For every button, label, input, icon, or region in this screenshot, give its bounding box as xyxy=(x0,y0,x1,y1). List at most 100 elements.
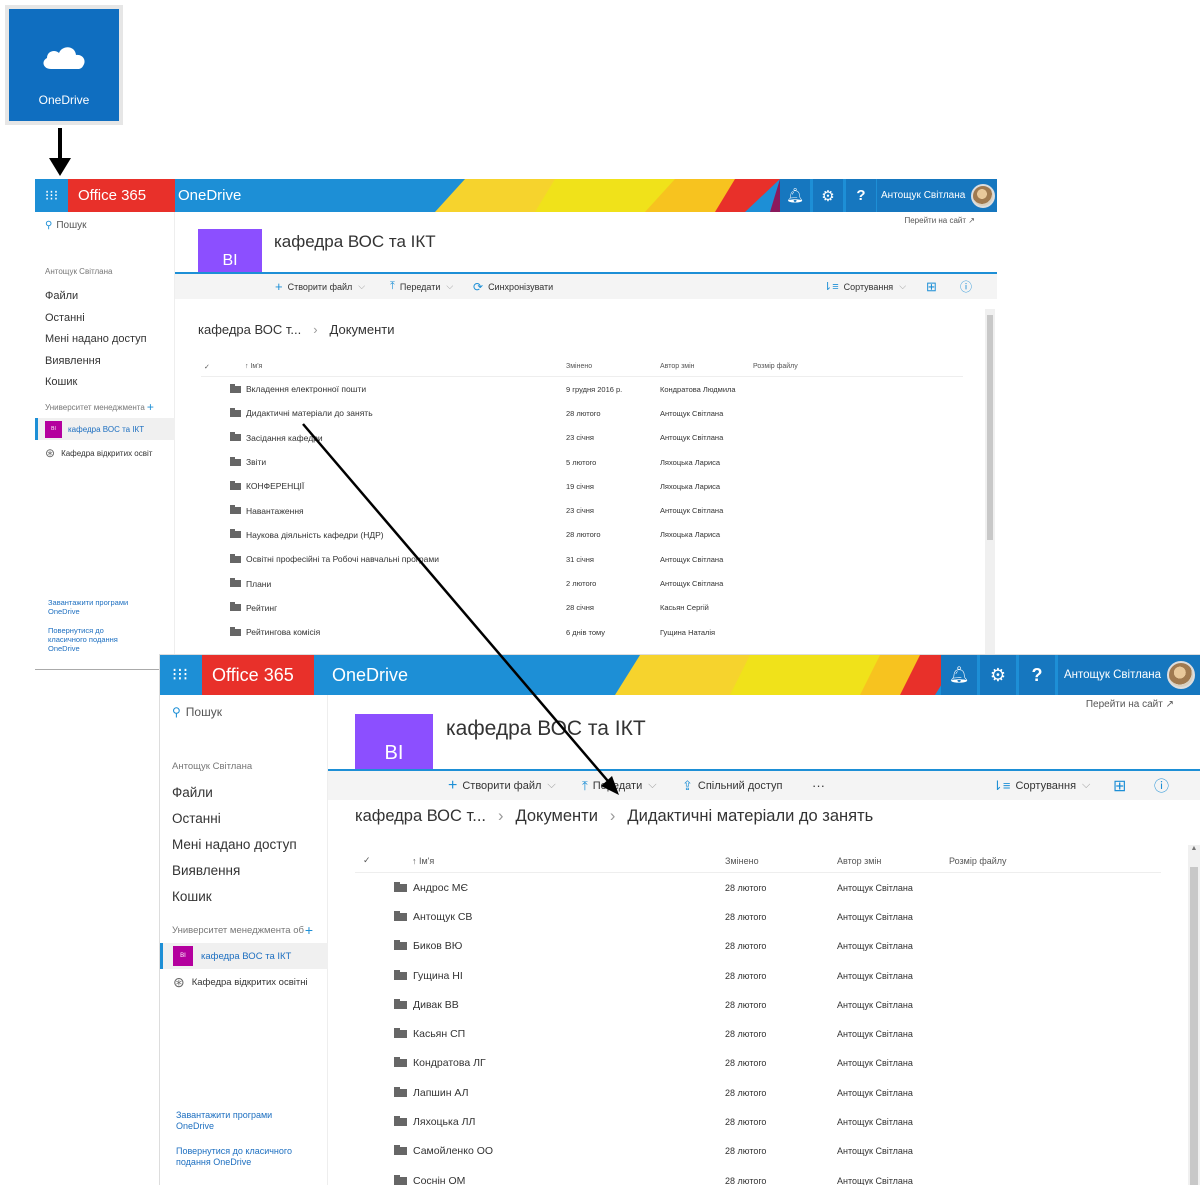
upload-button[interactable]: ⤒ Передати ⌵ xyxy=(390,280,453,293)
file-name[interactable]: Биков ВЮ xyxy=(413,940,462,952)
add-icon[interactable]: + xyxy=(305,922,313,938)
search-box[interactable]: ⚲ Пошук xyxy=(45,220,86,231)
table-row[interactable]: Плани 2 лютого Антощук Світлана xyxy=(201,571,963,595)
file-name[interactable]: Антощук СВ xyxy=(413,911,472,923)
onedrive-tile-face[interactable]: OneDrive xyxy=(9,9,119,121)
select-all-checkbox[interactable]: ✓ xyxy=(363,855,371,866)
help-icon[interactable]: ? xyxy=(1019,655,1055,695)
help-icon[interactable]: ? xyxy=(846,179,876,212)
col-name[interactable]: ↑ Ім'я xyxy=(412,856,434,866)
table-row[interactable]: Андрос МЄ 28 лютого Антощук Світлана xyxy=(355,873,1161,902)
breadcrumb-item[interactable]: Документи xyxy=(516,807,598,826)
search-box[interactable]: ⚲ Пошук xyxy=(172,705,222,719)
nav-item-discover[interactable]: Виявлення xyxy=(172,858,297,884)
col-author[interactable]: Автор змін xyxy=(660,363,695,370)
file-name[interactable]: Звіти xyxy=(246,457,266,467)
office365-brand[interactable]: Office 365 xyxy=(202,655,314,695)
file-name[interactable]: Гущина НІ xyxy=(413,970,463,982)
file-name[interactable]: КОНФЕРЕНЦІЇ xyxy=(246,481,304,491)
file-name[interactable]: Андрос МЄ xyxy=(413,882,468,894)
table-row[interactable]: Касьян СП 28 лютого Антощук Світлана xyxy=(355,1019,1161,1048)
nav-item-recent[interactable]: Останні xyxy=(172,806,297,832)
site-item[interactable]: ⊛ Кафедра відкритих освіт xyxy=(45,444,152,462)
table-row[interactable]: Кондратова ЛГ 28 лютого Антощук Світлана xyxy=(355,1049,1161,1078)
scrollbar[interactable] xyxy=(985,309,995,668)
sync-button[interactable]: ⟳ Синхронізувати xyxy=(473,280,553,294)
scrollbar-thumb[interactable] xyxy=(1190,867,1198,1185)
scrollbar-thumb[interactable] xyxy=(987,315,993,540)
nav-item-discover[interactable]: Виявлення xyxy=(45,351,147,373)
nav-item-files[interactable]: Файли xyxy=(172,780,297,806)
site-item-active[interactable]: ВІ кафедра ВОС та ІКТ xyxy=(35,418,175,440)
nav-item-recycle[interactable]: Кошик xyxy=(45,372,147,394)
file-name[interactable]: Навантаження xyxy=(246,506,304,516)
table-row[interactable]: Ляхоцька ЛЛ 28 лютого Антощук Світлана xyxy=(355,1107,1161,1136)
download-apps-link[interactable]: Завантажити програми OneDrive xyxy=(48,598,158,616)
table-row[interactable]: Самойленко ОО 28 лютого Антощук Світлана xyxy=(355,1137,1161,1166)
table-row[interactable]: Звіти 5 лютого Ляхоцька Лариса xyxy=(201,450,963,474)
scrollbar[interactable]: ▲ xyxy=(1188,845,1200,1185)
file-name[interactable]: Соснін ОМ xyxy=(413,1175,465,1185)
goto-site-link[interactable]: Перейти на сайт ↗ xyxy=(904,216,975,225)
table-row[interactable]: Соснін ОМ 28 лютого Антощук Світлана xyxy=(355,1166,1161,1185)
breadcrumb-item[interactable]: кафедра ВОС т... xyxy=(355,807,486,826)
app-launcher-icon[interactable]: ⁝⁝⁝ xyxy=(160,655,200,695)
classic-view-link[interactable]: Повернутися до класичного подання OneDri… xyxy=(176,1146,311,1168)
table-row[interactable]: Гущина НІ 28 лютого Антощук Світлана xyxy=(355,961,1161,990)
info-button[interactable]: ⓘ xyxy=(1154,775,1174,796)
nav-item-shared[interactable]: Мені надано доступ xyxy=(172,832,297,858)
goto-site-link[interactable]: Перейти на сайт ↗ xyxy=(1086,699,1174,710)
nav-item-files[interactable]: Файли xyxy=(45,286,147,308)
file-name[interactable]: Дидактичні матеріали до занять xyxy=(246,408,373,418)
office365-brand[interactable]: Office 365 xyxy=(68,179,175,212)
table-row[interactable]: Рейтинг 28 січня Касьян Сергій xyxy=(201,596,963,620)
col-size[interactable]: Розмір файлу xyxy=(753,363,798,370)
app-name[interactable]: OneDrive xyxy=(332,655,408,695)
app-name[interactable]: OneDrive xyxy=(178,179,241,212)
table-row[interactable]: Лапшин АЛ 28 лютого Антощук Світлана xyxy=(355,1078,1161,1107)
file-name[interactable]: Наукова діяльність кафедри (НДР) xyxy=(246,530,384,540)
app-launcher-icon[interactable]: ⁝⁝⁝ xyxy=(35,179,68,212)
col-author[interactable]: Автор змін xyxy=(837,856,881,866)
table-row[interactable]: Наукова діяльність кафедри (НДР) 28 лютог… xyxy=(201,523,963,547)
classic-view-link[interactable]: Повернутися до класичного подання OneDri… xyxy=(48,626,143,653)
nav-item-shared[interactable]: Мені надано доступ xyxy=(45,329,147,351)
file-name[interactable]: Плани xyxy=(246,579,271,589)
table-row[interactable]: Антощук СВ 28 лютого Антощук Світлана xyxy=(355,902,1161,931)
table-row[interactable]: Засідання кафедри 23 січня Антощук Світлан… xyxy=(201,426,963,450)
info-button[interactable]: ⓘ xyxy=(960,278,977,295)
col-modified[interactable]: Змінено xyxy=(725,856,759,866)
gear-icon[interactable]: ⚙ xyxy=(980,655,1016,695)
table-row[interactable]: Дивак ВВ 28 лютого Антощук Світлана xyxy=(355,990,1161,1019)
breadcrumb-item[interactable]: кафедра ВОС т... xyxy=(198,322,301,337)
site-item-active[interactable]: ВІ кафедра ВОС та ІКТ xyxy=(160,943,328,969)
file-name[interactable]: Лапшин АЛ xyxy=(413,1087,469,1099)
table-row[interactable]: Вкладення електронної пошти 9 грудня 2016… xyxy=(201,377,963,401)
table-row[interactable]: КОНФЕРЕНЦІЇ 19 січня Ляхоцька Лариса xyxy=(201,474,963,498)
user-menu[interactable]: Антощук Світлана xyxy=(877,179,997,212)
new-file-button[interactable]: + Створити файл ⌵ xyxy=(275,279,365,294)
scroll-up-icon[interactable]: ▲ xyxy=(1188,845,1200,855)
col-name[interactable]: ↑ Ім'я xyxy=(245,363,262,370)
col-modified[interactable]: Змінено xyxy=(566,363,592,370)
user-menu[interactable]: Антощук Світлана xyxy=(1058,655,1200,695)
download-apps-link[interactable]: Завантажити програми OneDrive xyxy=(176,1110,296,1132)
table-row[interactable]: Дидактичні матеріали до занять 28 лютого А… xyxy=(201,401,963,425)
new-file-button[interactable]: + Створити файл ⌵ xyxy=(448,777,556,795)
table-row[interactable]: Освітні професійні та Робочі навчальні п… xyxy=(201,547,963,571)
file-name[interactable]: Кондратова ЛГ xyxy=(413,1057,486,1069)
file-name[interactable]: Освітні професійні та Робочі навчальні п… xyxy=(246,554,439,564)
file-name[interactable]: Вкладення електронної пошти xyxy=(246,384,366,394)
table-row[interactable]: Биков ВЮ 28 лютого Антощук Світлана xyxy=(355,932,1161,961)
view-toggle-button[interactable]: ⊞ xyxy=(1113,776,1131,796)
select-all-checkbox[interactable]: ✓ xyxy=(204,363,210,371)
breadcrumb-current[interactable]: Дидактичні матеріали до занять xyxy=(627,807,873,826)
table-row[interactable]: Рейтингова комісія 6 днів тому Гущина Ната… xyxy=(201,620,963,644)
bell-icon[interactable]: 🔔︎ xyxy=(780,179,810,212)
add-icon[interactable]: + xyxy=(147,400,154,414)
view-toggle-button[interactable]: ⊞ xyxy=(926,279,942,295)
file-name[interactable]: Дивак ВВ xyxy=(413,999,459,1011)
sort-button[interactable]: ⇂≡ Сортування ⌵ xyxy=(992,778,1090,794)
nav-item-recent[interactable]: Останні xyxy=(45,308,147,330)
share-button[interactable]: ⇪ Спільний доступ xyxy=(682,778,782,794)
